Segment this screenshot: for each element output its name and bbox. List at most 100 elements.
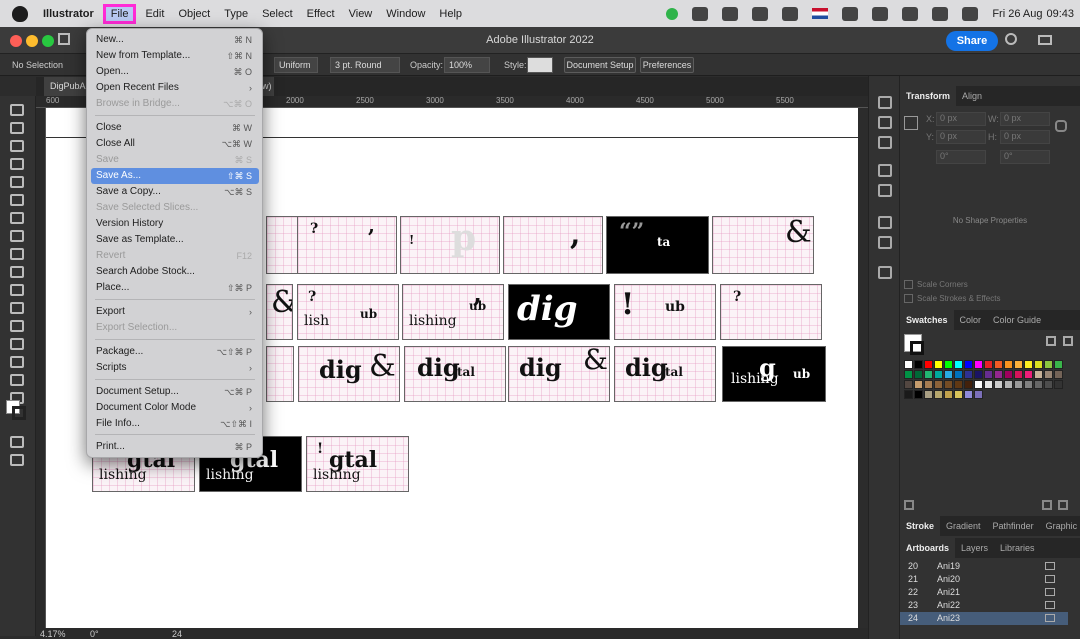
file-menu-item-print[interactable]: Print... ⌘ P	[91, 439, 259, 455]
tab-gradient[interactable]: Gradient	[940, 516, 987, 536]
file-menu-item-new-from-template[interactable]: New from Template... ⇧⌘ N	[91, 48, 259, 64]
vertical-scrollbar[interactable]	[858, 108, 868, 628]
file-menu-item-open-recent-files[interactable]: Open Recent Files ›	[91, 80, 259, 96]
home-icon[interactable]	[58, 33, 70, 45]
color-swatch[interactable]	[914, 360, 923, 369]
tab-swatches[interactable]: Swatches	[900, 310, 954, 330]
blend-tool-icon[interactable]	[10, 338, 24, 350]
color-swatch[interactable]	[1014, 360, 1023, 369]
rotate-tool-icon[interactable]	[10, 248, 24, 260]
color-swatch[interactable]	[904, 390, 913, 399]
file-menu-item-version-history[interactable]: Version History	[91, 216, 259, 232]
artboard-options-icon[interactable]	[1045, 575, 1055, 583]
artboard[interactable]: dig	[508, 284, 610, 340]
artboard[interactable]: &	[712, 216, 814, 274]
file-menu-item-new[interactable]: New... ⌘ N	[91, 32, 259, 48]
color-swatch[interactable]	[964, 380, 973, 389]
color-swatch[interactable]	[994, 370, 1003, 379]
file-menu-item-export[interactable]: Export ›	[91, 304, 259, 320]
color-swatch[interactable]	[1054, 360, 1063, 369]
libraries-panel-icon[interactable]	[878, 164, 892, 177]
style-swatch[interactable]	[527, 57, 553, 73]
artboard-tool-icon[interactable]	[10, 374, 24, 386]
status-dot-icon[interactable]	[666, 7, 679, 20]
eyedropper-tool-icon[interactable]	[10, 320, 24, 332]
color-swatch[interactable]	[934, 360, 943, 369]
menu-file[interactable]: File	[102, 3, 137, 24]
shear-angle-field[interactable]: 0°	[1000, 150, 1050, 164]
artboard[interactable]: lishing ub,	[402, 284, 504, 340]
color-swatch[interactable]	[964, 390, 973, 399]
artboard-row[interactable]: 20 Ani19	[900, 560, 1068, 573]
color-swatch[interactable]	[1024, 360, 1033, 369]
constrain-link-icon[interactable]	[1055, 120, 1067, 132]
close-window-icon[interactable]	[10, 35, 22, 47]
artboard[interactable]: dig tal	[614, 346, 716, 402]
file-menu-item-document-setup[interactable]: Document Setup... ⌥⌘ P	[91, 384, 259, 400]
tab-align[interactable]: Align	[956, 86, 988, 106]
file-menu-item-place[interactable]: Place... ⇧⌘ P	[91, 280, 259, 296]
color-swatch[interactable]	[1054, 380, 1063, 389]
apple-icon[interactable]	[12, 5, 28, 22]
color-swatch[interactable]	[974, 390, 983, 399]
artboard-row[interactable]: 21 Ani20	[900, 573, 1068, 586]
artboard[interactable]: ! gtal lishing	[306, 436, 409, 492]
menu-effect[interactable]: Effect	[300, 4, 342, 24]
color-swatch[interactable]	[934, 380, 943, 389]
creative-cloud-icon[interactable]	[722, 6, 739, 21]
rectangle-tool-icon[interactable]	[10, 176, 24, 188]
share-button[interactable]: Share	[946, 31, 998, 51]
color-swatch[interactable]	[1044, 370, 1053, 379]
artboard[interactable]: ? lish ub	[297, 284, 399, 340]
file-menu-item-package[interactable]: Package... ⌥⇧⌘ P	[91, 344, 259, 360]
artboard[interactable]	[266, 346, 294, 402]
pen-tool-icon[interactable]	[10, 140, 24, 152]
color-swatch[interactable]	[994, 380, 1003, 389]
color-swatch[interactable]	[1054, 370, 1063, 379]
color-swatch[interactable]	[1044, 380, 1053, 389]
preferences-button[interactable]: Preferences	[640, 57, 694, 73]
drawing-mode-icon[interactable]	[10, 436, 24, 448]
artboard-options-icon[interactable]	[1045, 588, 1055, 596]
artboard[interactable]: dig tal	[404, 346, 506, 402]
list-view-icon[interactable]	[1046, 336, 1056, 346]
printer-icon[interactable]	[782, 6, 799, 21]
swatch-libraries-icon[interactable]	[904, 500, 914, 510]
color-swatch[interactable]	[974, 370, 983, 379]
paintbrush-tool-icon[interactable]	[10, 194, 24, 206]
color-swatch[interactable]	[1034, 370, 1043, 379]
vault-icon[interactable]	[752, 6, 769, 21]
tab-color[interactable]: Color	[954, 310, 988, 330]
file-menu-item-scripts[interactable]: Scripts ›	[91, 360, 259, 376]
artboard[interactable]: ! ub	[614, 284, 716, 340]
h-field[interactable]: 0 px	[1000, 130, 1050, 144]
color-swatch[interactable]	[1034, 380, 1043, 389]
color-swatch[interactable]	[964, 370, 973, 379]
artboard-options-icon[interactable]	[1045, 562, 1055, 570]
workspace-icon[interactable]	[1038, 35, 1052, 45]
tab-transform[interactable]: Transform	[900, 86, 957, 106]
minimize-window-icon[interactable]	[26, 35, 38, 47]
color-swatch[interactable]	[924, 370, 933, 379]
clock-time[interactable]: 09:43	[1046, 8, 1074, 20]
search-icon[interactable]	[932, 6, 949, 21]
menu-select[interactable]: Select	[255, 4, 300, 24]
cloud-icon[interactable]	[692, 6, 709, 21]
color-swatch[interactable]	[1014, 380, 1023, 389]
shape-builder-tool-icon[interactable]	[10, 284, 24, 296]
tab-graphic-styles[interactable]: Graphic	[1040, 516, 1080, 536]
artboard-row[interactable]: 24 Ani23	[900, 612, 1068, 625]
gradient-tool-icon[interactable]	[10, 302, 24, 314]
opacity-field[interactable]: 100%	[444, 57, 490, 73]
eraser-tool-icon[interactable]	[10, 230, 24, 242]
play-icon[interactable]	[842, 6, 859, 21]
warp-tool-icon[interactable]	[10, 266, 24, 278]
document-setup-button[interactable]: Document Setup	[564, 57, 636, 73]
color-swatch[interactable]	[954, 390, 963, 399]
asset-export-icon[interactable]	[878, 184, 892, 197]
artboard-row[interactable]: 22 Ani21	[900, 586, 1068, 599]
color-swatch[interactable]	[954, 360, 963, 369]
rotation-field[interactable]: 0°	[90, 629, 99, 639]
zoom-window-icon[interactable]	[42, 35, 54, 47]
tab-pathfinder[interactable]: Pathfinder	[987, 516, 1040, 536]
